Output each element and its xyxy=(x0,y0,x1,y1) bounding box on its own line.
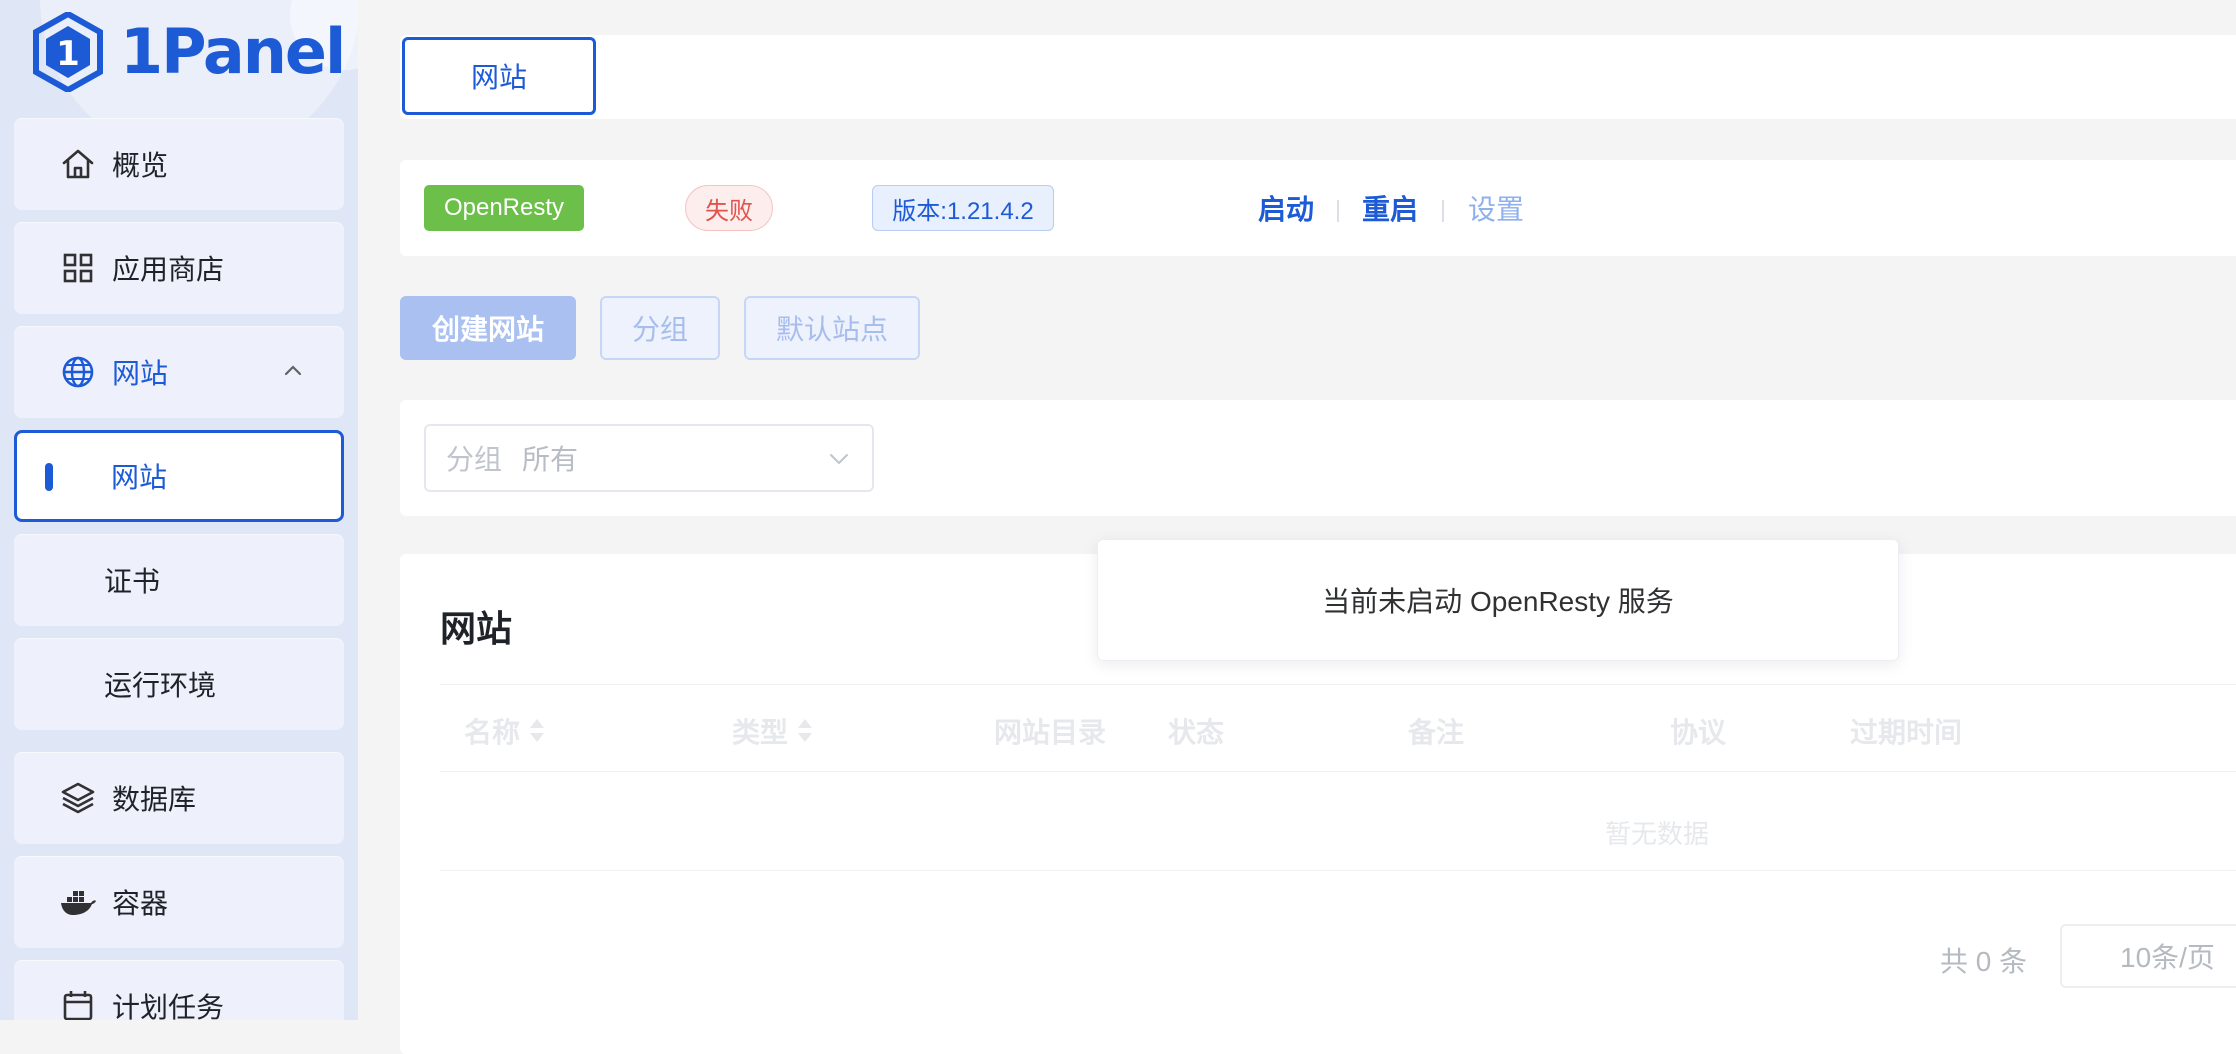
page-size-select[interactable]: 10条/页 xyxy=(2060,924,2236,988)
home-icon xyxy=(58,144,98,184)
active-indicator xyxy=(45,463,53,491)
sidebar-item-overview[interactable]: 概览 xyxy=(14,118,344,210)
logo-hexagon-icon: 1 xyxy=(33,12,103,92)
filter-card: 分组 所有 xyxy=(400,400,2236,516)
sort-icon[interactable] xyxy=(530,719,545,743)
sidebar-item-label: 网站 xyxy=(112,358,169,389)
column-header-name[interactable]: 名称 xyxy=(464,711,545,751)
sidebar-item-label: 概览 xyxy=(112,150,169,181)
divider xyxy=(1442,200,1444,222)
divider xyxy=(1337,200,1339,222)
table-title: 网站 xyxy=(440,608,513,649)
column-header-directory: 网站目录 xyxy=(994,717,1107,748)
chevron-down-icon xyxy=(830,454,848,465)
toast-message: 当前未启动 OpenResty 服务 xyxy=(1097,539,1899,661)
sort-icon[interactable] xyxy=(798,719,813,743)
table-header: 名称 类型 网站目录 状态 备注 协议 过期时间 xyxy=(440,684,2236,772)
sidebar-item-label: 运行环境 xyxy=(104,670,217,701)
layers-icon xyxy=(58,778,98,818)
default-site-button[interactable]: 默认站点 xyxy=(744,296,920,360)
logo[interactable]: 1 1Panel xyxy=(32,12,346,92)
create-website-button[interactable]: 创建网站 xyxy=(400,296,576,360)
column-header-remark: 备注 xyxy=(1408,717,1465,748)
sidebar-item-label: 网站 xyxy=(111,462,168,493)
tab-bar: 网站 xyxy=(400,35,2236,119)
status-badge: 失败 xyxy=(685,185,773,231)
column-header-status: 状态 xyxy=(1168,717,1225,748)
tab-websites[interactable]: 网站 xyxy=(402,37,596,115)
chevron-up-icon[interactable] xyxy=(282,360,304,382)
sidebar-item-label: 数据库 xyxy=(112,784,197,815)
brand-name: 1Panel xyxy=(120,15,346,88)
group-filter-select[interactable]: 分组 所有 xyxy=(424,424,874,492)
group-button[interactable]: 分组 xyxy=(600,296,720,360)
sidebar-item-label: 应用商店 xyxy=(112,254,225,285)
select-value: 所有 xyxy=(522,444,579,475)
select-label: 分组 xyxy=(446,444,503,475)
sidebar-item-label: 证书 xyxy=(104,566,161,597)
start-link[interactable]: 启动 xyxy=(1258,190,1314,230)
svg-text:1: 1 xyxy=(56,34,80,74)
sidebar-subitem-certificates[interactable]: 证书 xyxy=(14,534,344,626)
empty-text: 暂无数据 xyxy=(1605,819,1710,849)
sidebar-item-label: 容器 xyxy=(112,888,169,919)
sidebar: 1 1Panel 概览 应用商店 网站 网站 证书 运行环境 数据库 容器 计划… xyxy=(0,0,358,1020)
sidebar-item-label: 计划任务 xyxy=(112,992,225,1020)
sidebar-subitem-websites[interactable]: 网站 xyxy=(14,430,344,522)
app-status-card: OpenResty 失败 版本:1.21.4.2 启动 重启 设置 xyxy=(400,160,2236,256)
column-header-expiry: 过期时间 xyxy=(1850,717,1963,748)
apps-grid-icon xyxy=(58,248,98,288)
restart-link[interactable]: 重启 xyxy=(1362,190,1418,230)
globe-icon xyxy=(58,352,98,392)
sidebar-subitem-runtime[interactable]: 运行环境 xyxy=(14,638,344,730)
pagination-total: 共 0 条 xyxy=(1940,946,2028,977)
empty-row: 暂无数据 xyxy=(440,770,2236,871)
calendar-icon xyxy=(58,986,98,1020)
sidebar-item-containers[interactable]: 容器 xyxy=(14,856,344,948)
docker-icon xyxy=(58,882,98,922)
sidebar-item-databases[interactable]: 数据库 xyxy=(14,752,344,844)
settings-link[interactable]: 设置 xyxy=(1468,190,1524,230)
column-header-protocol: 协议 xyxy=(1670,717,1727,748)
app-name-tag: OpenResty xyxy=(424,185,584,231)
sidebar-item-websites[interactable]: 网站 xyxy=(14,326,344,418)
version-tag: 版本:1.21.4.2 xyxy=(872,185,1054,231)
sidebar-item-cron-jobs[interactable]: 计划任务 xyxy=(14,960,344,1020)
sidebar-item-app-store[interactable]: 应用商店 xyxy=(14,222,344,314)
column-header-type[interactable]: 类型 xyxy=(732,711,813,751)
